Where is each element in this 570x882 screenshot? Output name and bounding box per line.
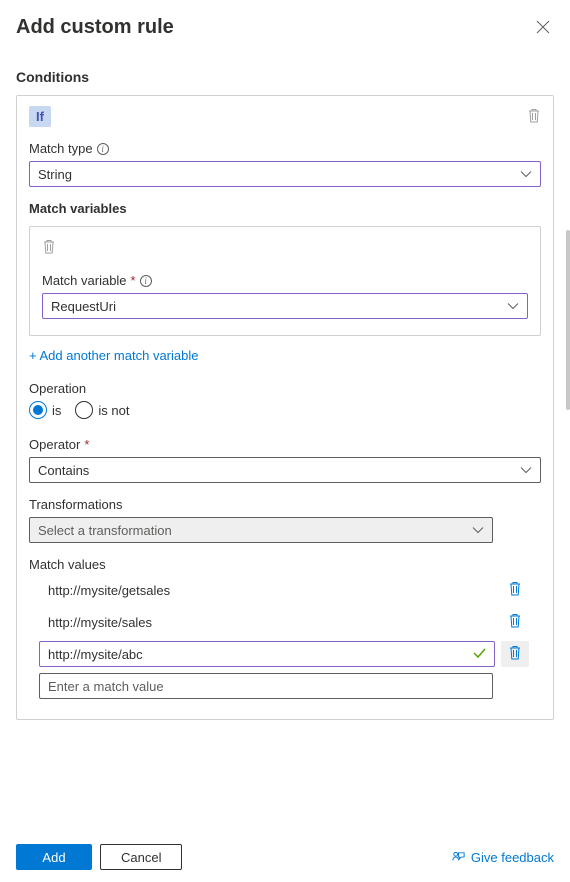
match-value-input-editing[interactable]: http://mysite/abc bbox=[39, 641, 495, 667]
match-value-row: http://mysite/sales bbox=[39, 609, 541, 635]
operator-label: Operator * bbox=[29, 437, 541, 452]
if-row: If bbox=[29, 106, 541, 127]
feedback-icon bbox=[451, 850, 466, 865]
operation-label: Operation bbox=[29, 381, 541, 396]
delete-match-value-icon[interactable] bbox=[508, 645, 522, 663]
scrollbar-thumb[interactable] bbox=[566, 230, 570, 410]
match-values-list: http://mysite/getsales http://mysite/sal… bbox=[29, 577, 541, 699]
chevron-down-icon bbox=[507, 299, 519, 314]
chevron-down-icon bbox=[472, 523, 484, 538]
panel-footer: Add Cancel Give feedback bbox=[0, 831, 570, 882]
match-value-row: http://mysite/abc bbox=[39, 641, 541, 667]
panel-title: Add custom rule bbox=[16, 16, 174, 39]
delete-variable-icon[interactable] bbox=[42, 242, 56, 257]
if-badge: If bbox=[29, 106, 51, 127]
operation-isnot-radio[interactable]: is not bbox=[75, 401, 129, 419]
match-variable-block: Match variable * i RequestUri bbox=[29, 226, 541, 336]
close-icon[interactable] bbox=[532, 16, 554, 41]
match-type-select[interactable]: String bbox=[29, 161, 541, 187]
delete-match-value-icon[interactable] bbox=[508, 581, 522, 599]
match-value-input[interactable] bbox=[39, 673, 493, 699]
match-value-new-row bbox=[39, 673, 541, 699]
match-value-row: http://mysite/getsales bbox=[39, 577, 541, 603]
delete-match-value-icon[interactable] bbox=[508, 613, 522, 631]
chevron-down-icon bbox=[520, 167, 532, 182]
match-variables-heading: Match variables bbox=[29, 201, 541, 216]
chevron-down-icon bbox=[520, 463, 532, 478]
match-value-text[interactable]: http://mysite/getsales bbox=[39, 577, 495, 603]
match-value-text[interactable]: http://mysite/sales bbox=[39, 609, 495, 635]
footer-buttons: Add Cancel bbox=[16, 844, 182, 870]
add-custom-rule-panel: Add custom rule Conditions If Match type… bbox=[0, 0, 570, 720]
info-icon[interactable]: i bbox=[140, 275, 152, 287]
panel-header: Add custom rule bbox=[16, 16, 554, 41]
condition-block: If Match type i String Match variables M… bbox=[16, 95, 554, 720]
info-icon[interactable]: i bbox=[97, 143, 109, 155]
match-values-label: Match values bbox=[29, 557, 541, 572]
cancel-button[interactable]: Cancel bbox=[100, 844, 182, 870]
required-asterisk: * bbox=[84, 437, 89, 452]
match-variable-label: Match variable * i bbox=[42, 273, 528, 288]
delete-condition-icon[interactable] bbox=[527, 108, 541, 126]
transformations-label: Transformations bbox=[29, 497, 541, 512]
check-icon bbox=[473, 647, 486, 662]
required-asterisk: * bbox=[131, 273, 136, 288]
match-type-label: Match type i bbox=[29, 141, 541, 156]
transformation-select[interactable]: Select a transformation bbox=[29, 517, 493, 543]
add-button[interactable]: Add bbox=[16, 844, 92, 870]
conditions-heading: Conditions bbox=[16, 69, 554, 85]
match-variable-select[interactable]: RequestUri bbox=[42, 293, 528, 319]
give-feedback-link[interactable]: Give feedback bbox=[451, 850, 554, 865]
operation-radio-group: is is not bbox=[29, 401, 541, 419]
operation-is-radio[interactable]: is bbox=[29, 401, 61, 419]
operator-select[interactable]: Contains bbox=[29, 457, 541, 483]
add-match-variable-link[interactable]: + Add another match variable bbox=[29, 348, 198, 363]
